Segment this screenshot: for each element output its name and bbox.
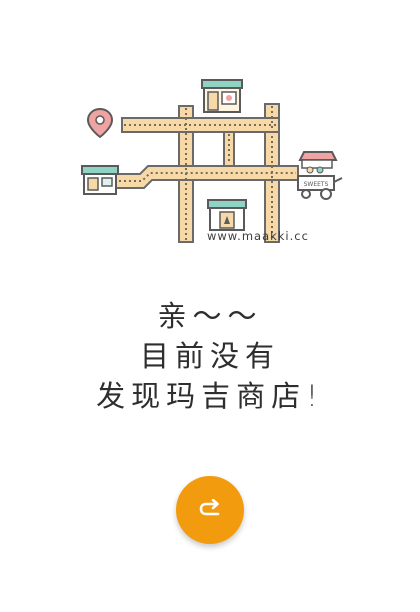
- message-line-1: 亲～～: [157, 299, 263, 333]
- map-illustration: SWEETS: [78, 78, 348, 248]
- message-line-2: 目前没有: [139, 339, 280, 373]
- location-pin-icon: [86, 107, 114, 139]
- redo-icon: [198, 499, 222, 521]
- empty-state-message: 亲～～ 目前没有 发现玛吉商店!: [0, 296, 420, 416]
- store-icon: [81, 165, 119, 195]
- boutique-icon: [207, 199, 247, 231]
- message-line-3: 发现玛吉商店!: [96, 379, 324, 413]
- site-url-text: www.maakki.cc: [207, 229, 309, 243]
- sweets-cart-icon: SWEETS: [297, 151, 343, 200]
- cake-shop-icon: [201, 79, 243, 113]
- refresh-button[interactable]: [176, 476, 244, 544]
- sweets-sign: SWEETS: [304, 181, 329, 188]
- road-network: [101, 103, 299, 243]
- app-screen: SWEETS www.maakki.cc 亲～～ 目前没有 发现玛吉商店!: [0, 0, 420, 612]
